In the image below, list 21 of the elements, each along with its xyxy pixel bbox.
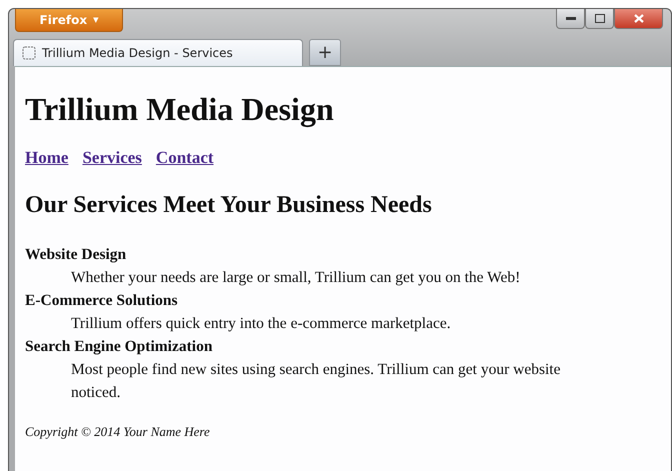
service-description: Trillium offers quick entry into the e-commerce marketplace. <box>71 314 452 334</box>
minimize-icon <box>566 16 576 20</box>
service-term: Website Design <box>25 245 128 265</box>
new-tab-button[interactable]: + <box>309 39 341 66</box>
service-description: Most people find new sites using search engines. Trillium can get your website noticed. <box>71 360 562 403</box>
maximize-button[interactable] <box>585 9 614 29</box>
service-description: Whether your needs are large or small, Trillium can get you on the Web! <box>71 268 522 288</box>
minimize-button[interactable] <box>556 9 585 29</box>
service-term: E-Commerce Solutions <box>25 291 179 311</box>
close-icon <box>634 14 644 23</box>
nav-link[interactable]: Contact <box>156 148 214 168</box>
close-button[interactable] <box>614 9 663 29</box>
copyright-text: Copyright © 2014 Your Name Here <box>25 424 211 440</box>
site-title: Trillium Media Design <box>25 91 335 128</box>
page-icon <box>22 46 36 60</box>
nav-link[interactable]: Home <box>25 148 68 168</box>
section-heading: Our Services Meet Your Business Needs <box>25 192 433 219</box>
service-term: Search Engine Optimization <box>25 337 214 357</box>
nav-link[interactable]: Services <box>82 148 142 168</box>
browser-tab[interactable]: Trillium Media Design - Services <box>13 39 303 66</box>
maximize-icon <box>594 14 604 23</box>
